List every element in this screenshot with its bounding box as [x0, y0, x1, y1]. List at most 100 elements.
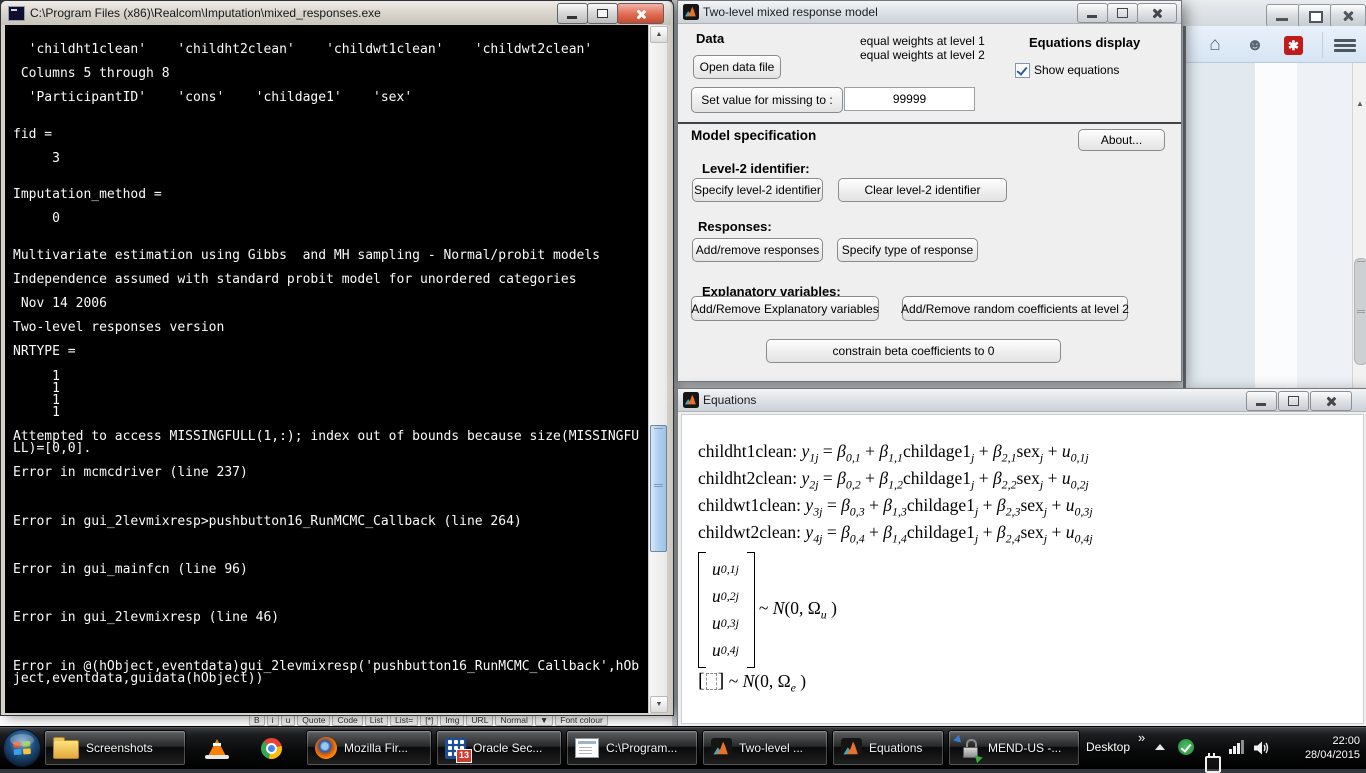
- model-dialog-window: Two-level mixed response model Data equa…: [677, 0, 1182, 382]
- add-remove-explanatory-button[interactable]: Add/Remove Explanatory variables: [691, 296, 879, 321]
- console-minimize-button[interactable]: [557, 3, 588, 24]
- show-equations-checkbox[interactable]: [1015, 63, 1030, 78]
- taskbar-item-oracle-sec[interactable]: 13Oracle Sec...: [436, 730, 562, 766]
- scrollbar-thumb[interactable]: [1354, 258, 1366, 365]
- matrix-entry: u0,2j: [712, 583, 739, 610]
- u-distribution: ~ N(0, Ωu ): [759, 598, 837, 623]
- browser-restore-button[interactable]: [1298, 4, 1332, 27]
- equations-window-title: Equations: [703, 393, 756, 407]
- taskbar-item-equations[interactable]: Equations: [832, 730, 944, 766]
- equations-maximize-button[interactable]: [1278, 391, 1309, 411]
- chat-smiley-icon[interactable]: ☻: [1244, 35, 1266, 55]
- dialog-close-button[interactable]: [1137, 3, 1177, 23]
- console-app-icon: [8, 6, 25, 21]
- network-signal-icon[interactable]: [1229, 740, 1245, 754]
- dialog-minimize-button[interactable]: [1077, 3, 1108, 23]
- level2-identifier-label: Level-2 identifier:: [702, 161, 810, 176]
- start-button[interactable]: [2, 728, 42, 768]
- console-scrollbar[interactable]: ▲ ▼: [648, 25, 667, 713]
- model-specification-label: Model specification: [691, 128, 816, 143]
- equal-weights-level1-label: equal weights at level 1: [860, 34, 985, 48]
- taskbar-item-vlc-icon[interactable]: [196, 730, 238, 766]
- taskbar-item-label: Mozilla Fir...: [344, 741, 408, 755]
- vlc-icon: [207, 739, 227, 758]
- section-divider: [678, 122, 1181, 124]
- console-output-text: 'childht1clean' 'childht2clean' 'childwt…: [13, 44, 639, 685]
- console-icon: [575, 738, 599, 758]
- browser-minimize-button[interactable]: [1266, 4, 1300, 27]
- about-button[interactable]: About...: [1078, 129, 1165, 151]
- console-restore-button[interactable]: [587, 3, 618, 24]
- constrain-beta-button[interactable]: constrain beta coefficients to 0: [766, 339, 1061, 363]
- equation-line: childwt1clean: y3j = β0,3 + β1,3childage…: [698, 495, 1093, 522]
- console-output-area: 'childht1clean' 'childht2clean' 'childwt…: [5, 25, 648, 713]
- specify-level2-identifier-button[interactable]: Specify level-2 identifier: [692, 178, 823, 202]
- safely-remove-hardware-icon[interactable]: [1205, 756, 1221, 773]
- firefox-icon: [315, 737, 337, 759]
- folder-icon: [53, 740, 79, 759]
- residual-vector-placeholder: [706, 673, 717, 690]
- matlab-icon: [683, 4, 699, 20]
- desktop-toolbar[interactable]: Desktop: [1086, 740, 1130, 754]
- console-window-title: C:\Program Files (x86)\Realcom\Imputatio…: [30, 6, 381, 20]
- add-remove-random-coefficients-button[interactable]: Add/Remove random coefficients at level …: [902, 296, 1128, 321]
- residual-distribution-line: [] ~ N(0, Ωe ): [698, 670, 1093, 696]
- taskbar: Screenshots Mozilla Fir... 13Oracle Sec...…: [0, 726, 1366, 769]
- taskbar-item-label: Equations: [869, 741, 922, 755]
- clock-time: 22:00: [1276, 734, 1360, 748]
- sync-lock-icon: [957, 737, 981, 759]
- matlab-icon: [711, 738, 732, 759]
- matrix-bracket-right: [747, 552, 755, 668]
- add-remove-responses-button[interactable]: Add/remove responses: [692, 238, 823, 262]
- equations-close-button[interactable]: [1310, 391, 1352, 411]
- taskbar-item-chrome-icon[interactable]: [250, 730, 292, 766]
- browser-close-button[interactable]: [1330, 4, 1366, 27]
- scroll-down-icon[interactable]: ▼: [650, 696, 668, 713]
- update-status-icon[interactable]: [1178, 739, 1194, 755]
- home-icon[interactable]: ⌂: [1204, 35, 1226, 55]
- desktop-chevron[interactable]: »: [1138, 730, 1145, 745]
- menu-hamburger-icon[interactable]: [1334, 39, 1356, 53]
- clock-date: 28/04/2015: [1276, 748, 1360, 762]
- browser-toolbar: ⌂ ☻ ✱: [1186, 26, 1366, 63]
- set-missing-value-button[interactable]: Set value for missing to :: [691, 87, 843, 113]
- matrix-entry: u0,4j: [712, 637, 739, 664]
- clear-level2-identifier-button[interactable]: Clear level-2 identifier: [838, 178, 1007, 202]
- taskbar-item-screenshots[interactable]: Screenshots: [44, 730, 186, 766]
- matlab-icon: [841, 738, 862, 759]
- scroll-up-icon[interactable]: ▲: [1354, 97, 1366, 111]
- matrix-bracket-left: [698, 552, 706, 668]
- equations-display-label: Equations display: [1029, 35, 1140, 50]
- taskbar-item-c-program[interactable]: C:\Program...: [566, 730, 698, 766]
- equations-minimize-button[interactable]: [1246, 391, 1277, 411]
- equations-canvas: childht1clean: y1j = β0,1 + β1,1childage…: [681, 414, 1364, 724]
- taskbar-item-label: Two-level ...: [739, 741, 803, 755]
- dialog-maximize-button[interactable]: [1107, 3, 1138, 23]
- scrollbar-thumb[interactable]: [650, 425, 667, 552]
- equation-line: childwt2clean: y4j = β0,4 + β1,4childage…: [698, 522, 1093, 549]
- missing-value-input[interactable]: [844, 87, 975, 111]
- equal-weights-level2-label: equal weights at level 2: [860, 48, 985, 62]
- data-section-label: Data: [696, 31, 724, 46]
- show-equations-label: Show equations: [1034, 63, 1119, 77]
- scroll-up-icon[interactable]: ▲: [650, 26, 668, 43]
- taskbar-item-mozilla-fir[interactable]: Mozilla Fir...: [306, 730, 432, 766]
- open-data-file-button[interactable]: Open data file: [693, 55, 781, 79]
- taskbar-item-label: MEND-US -...: [988, 741, 1061, 755]
- equations-window: Equations childht1clean: y1j = β0,1 + β1…: [677, 388, 1366, 728]
- taskbar-item-mend-us[interactable]: MEND-US -...: [948, 730, 1080, 766]
- model-dialog-title: Two-level mixed response model: [703, 5, 878, 19]
- specify-type-of-response-button[interactable]: Specify type of response: [837, 238, 978, 262]
- matlab-icon: [683, 392, 699, 408]
- equations-content: childht1clean: y1j = β0,1 + β1,1childage…: [698, 441, 1093, 696]
- taskbar-item-label: C:\Program...: [606, 741, 677, 755]
- volume-icon[interactable]: [1253, 740, 1270, 761]
- tray-clock[interactable]: 22:00 28/04/2015: [1276, 734, 1360, 762]
- taskbar-item-two-level[interactable]: Two-level ...: [702, 730, 828, 766]
- lastpass-icon[interactable]: ✱: [1284, 36, 1303, 55]
- matrix-entry: u0,1j: [712, 556, 739, 583]
- console-close-button[interactable]: [617, 3, 664, 24]
- show-hidden-icons-button[interactable]: [1155, 744, 1165, 750]
- responses-label: Responses:: [698, 219, 772, 234]
- equation-line: childht1clean: y1j = β0,1 + β1,1childage…: [698, 441, 1093, 468]
